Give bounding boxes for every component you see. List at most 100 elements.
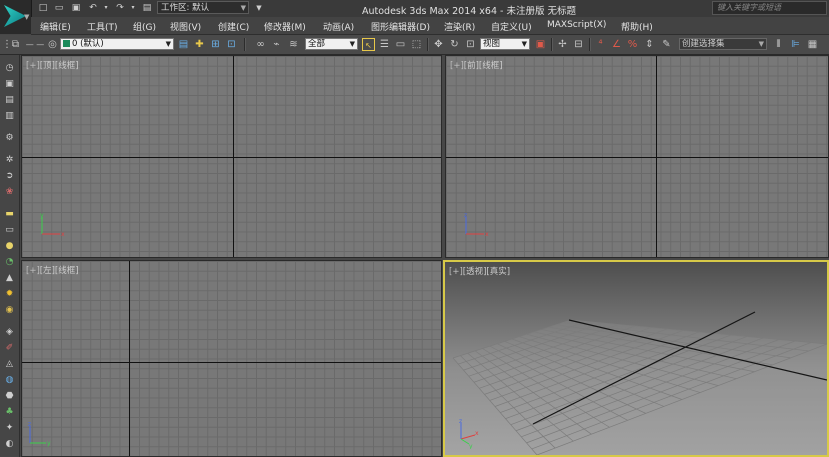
menu-group[interactable]: 组(G) [133,20,156,33]
select-and-manipulate-icon[interactable]: ✢ [556,38,569,51]
rectangular-selection-icon[interactable]: ▭ [394,38,407,51]
select-object-icon[interactable]: ↖ [362,38,375,51]
spinner-snap-icon[interactable]: ⇕ [643,38,656,51]
viewport-left[interactable]: [+][左][线框] zy [21,260,442,457]
layer-explorer-icon[interactable]: ▦ [806,38,819,51]
target-icon[interactable]: ◉ [4,305,15,316]
named-selection-icon[interactable]: ✎ [660,38,673,51]
layer-color-swatch [63,40,70,47]
pivot-center-icon[interactable]: ▣ [534,38,547,51]
menu-modifiers[interactable]: 修改器(M) [264,20,306,33]
select-and-move-icon[interactable]: ✥ [432,38,445,51]
project-folder-icon[interactable]: ▤ [141,2,153,14]
sun-icon[interactable]: ✹ [4,289,15,300]
particles-icon[interactable]: ❀ [4,187,15,198]
environment-icon[interactable]: ⬣ [4,391,15,402]
render-icon[interactable]: ◐ [4,439,15,450]
select-by-name-icon[interactable]: ☰ [378,38,391,51]
motion-panel-icon[interactable]: ⚙ [4,133,15,144]
menu-help[interactable]: 帮助(H) [621,20,653,33]
viewport-menu-button[interactable]: [+] [26,61,40,71]
undo-icon[interactable]: ↶ [87,2,99,14]
named-selection-dropdown[interactable]: 创建选择集 ▼ [679,38,767,50]
viewport-shading-name[interactable]: [线框] [55,61,79,71]
link-icon[interactable]: ⧉ [9,38,22,51]
line-style-icon[interactable]: — — [24,38,46,51]
menu-customize[interactable]: 自定义(U) [491,20,532,33]
select-and-scale-icon[interactable]: ⊡ [464,38,477,51]
menu-views[interactable]: 视图(V) [170,20,201,33]
select-layer-icon[interactable]: ⊡ [225,38,238,51]
viewport-layout-icon[interactable]: ◷ [4,63,15,74]
save-icon[interactable]: ▣ [70,2,82,14]
shape-tools-icon[interactable]: ◔ [4,257,15,268]
viewport-menu-button[interactable]: [+] [26,266,40,276]
new-scene-icon[interactable]: □ [37,2,49,14]
menu-rendering[interactable]: 渲染(R) [444,20,475,33]
select-and-rotate-icon[interactable]: ↻ [448,38,461,51]
create-layer-icon[interactable]: ✚ [193,38,206,51]
viewport-perspective[interactable]: [+][透视][真实] zxy [443,260,829,457]
systems-icon[interactable]: ◬ [4,359,15,370]
helpers-icon[interactable]: ◈ [4,327,15,338]
layer-value: 0 (默认) [72,39,104,49]
menu-create[interactable]: 创建(C) [218,20,249,33]
viewport-view-name[interactable]: [顶] [40,61,55,71]
select-and-link-icon[interactable]: ∞ [254,38,267,51]
bind-space-warp-icon[interactable]: ≋ [287,38,300,51]
svg-text:z: z [459,419,462,425]
sphere-primitive-icon[interactable]: ● [4,241,15,252]
viewport-top[interactable]: [+][顶][线框] yx [21,55,442,258]
selection-filter-dropdown[interactable]: 全部 ▼ [305,38,358,50]
redo-dropdown-icon[interactable]: ▾ [127,2,139,14]
modify-panel-icon[interactable]: ▤ [4,95,15,106]
display-panel-icon[interactable]: ✲ [4,155,15,166]
toolbar-handle-icon[interactable]: ⋮ [2,38,12,51]
material-icon[interactable]: ◍ [4,375,15,386]
align-icon[interactable]: ⊫ [789,38,802,51]
menu-graph-editors[interactable]: 图形编辑器(D) [371,20,430,33]
grid-axis-vertical [129,261,130,456]
quick-access-menu-icon[interactable]: ▼ [253,2,265,14]
viewport-menu-button[interactable]: [+] [450,61,464,71]
menu-edit[interactable]: 编辑(E) [40,20,71,33]
character-icon[interactable]: ♣ [4,407,15,418]
percent-snap-icon[interactable]: % [626,38,639,51]
box-primitive-icon[interactable]: ▬ [4,209,15,220]
open-file-icon[interactable]: ▭ [53,2,65,14]
eye-visibility-icon[interactable]: ◎ [46,38,59,51]
keyboard-shortcut-override-icon[interactable]: ⊟ [572,38,585,51]
hierarchy-panel-icon[interactable]: ▥ [4,111,15,122]
viewport-view-name[interactable]: [前] [464,61,479,71]
search-input[interactable]: 键入关键字或短语 [712,1,827,15]
menu-animation[interactable]: 动画(A) [323,20,354,33]
redo-icon[interactable]: ↷ [114,2,126,14]
layer-manager-icon[interactable]: ▤ [177,38,190,51]
mirror-icon[interactable]: ⫴ [772,38,785,51]
light-icon[interactable]: ▲ [4,273,15,284]
viewport-shading-name[interactable]: [线框] [55,266,79,276]
space-warps-icon[interactable]: ✐ [4,343,15,354]
viewport-view-name[interactable]: [左] [40,266,55,276]
undo-dropdown-icon[interactable]: ▾ [100,2,112,14]
layer-dropdown[interactable]: 0 (默认) ▼ [60,38,174,50]
render-setup-icon[interactable]: ✦ [4,423,15,434]
unlink-icon[interactable]: ⌁ [270,38,283,51]
cone-primitive-icon[interactable]: ▭ [4,225,15,236]
snap-toggle-icon[interactable]: ⁴ [594,38,607,51]
viewport-shading-name[interactable]: [线框] [479,61,503,71]
menu-maxscript[interactable]: MAXScript(X) [547,20,606,30]
utilities-panel-icon[interactable]: ➲ [4,171,15,182]
reference-coordinate-dropdown[interactable]: 视图 ▼ [480,38,530,50]
viewport-front[interactable]: [+][前][线框] zx [445,55,829,258]
angle-snap-icon[interactable]: ∠ [610,38,623,51]
workspace-dropdown[interactable]: 工作区: 默认 ▼ [157,1,249,14]
create-panel-icon[interactable]: ▣ [4,79,15,90]
menu-tools[interactable]: 工具(T) [87,20,118,33]
axis-gizmo-icon: z xy [459,419,479,449]
add-to-layer-icon[interactable]: ⊞ [209,38,222,51]
application-button[interactable]: ▼ [0,0,32,34]
window-crossing-icon[interactable]: ⬚ [410,38,423,51]
svg-text:x: x [61,231,65,238]
selection-set-placeholder: 创建选择集 [682,39,725,49]
